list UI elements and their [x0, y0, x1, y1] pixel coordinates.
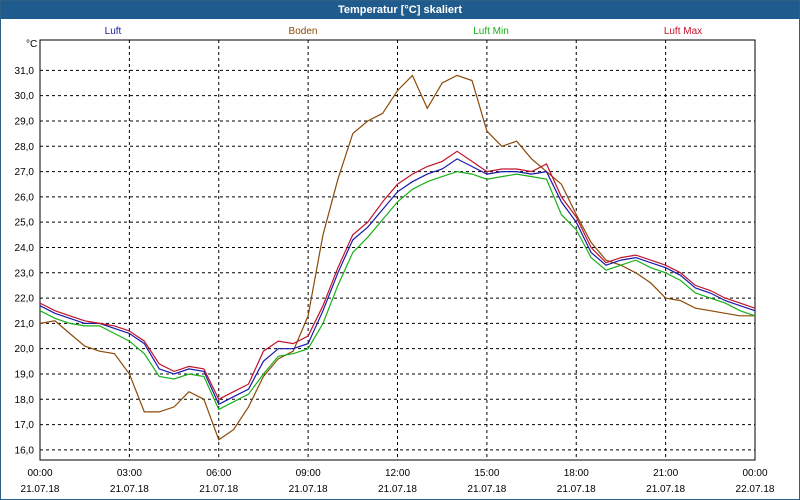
legend-entry: Luft Max	[664, 26, 702, 37]
y-tick-label: 27,0	[15, 167, 35, 178]
legend-entry: Boden	[289, 26, 318, 37]
legend-entry: Luft Min	[473, 26, 509, 37]
x-tick-time: 21:00	[653, 468, 678, 479]
x-tick-time: 00:00	[742, 468, 767, 479]
x-tick-date: 21.07.18	[110, 484, 149, 495]
chart-axes: 16,0 17,0 18,0 19,0 20,0 21,0 22,0 23,0 24,0 25,0…	[15, 39, 775, 495]
chart-grid	[39, 40, 756, 460]
x-tick-time: 03:00	[117, 468, 142, 479]
y-tick-label: 28,0	[15, 142, 35, 153]
y-axis-label: °C	[26, 39, 37, 50]
y-tick-label: 19,0	[15, 369, 35, 380]
x-tick-time: 00:00	[27, 468, 52, 479]
y-tick-label: 18,0	[15, 395, 35, 406]
temperature-chart: 16,0 17,0 18,0 19,0 20,0 21,0 22,0 23,0 24,0 25,0…	[15, 26, 775, 495]
x-tick-time: 09:00	[296, 468, 321, 479]
x-tick-time: 12:00	[385, 468, 410, 479]
x-tick-date: 21.07.18	[378, 484, 417, 495]
y-tick-label: 17,0	[15, 420, 35, 431]
y-tick-label: 25,0	[15, 218, 35, 229]
y-tick-label: 30,0	[15, 91, 35, 102]
y-tick-label: 29,0	[15, 116, 35, 127]
y-tick-label: 23,0	[15, 268, 35, 279]
y-tick-label: 20,0	[15, 344, 35, 355]
y-tick-label: 26,0	[15, 192, 35, 203]
x-tick-date: 21.07.18	[199, 484, 238, 495]
y-tick-label: 31,0	[15, 66, 35, 77]
y-tick-label: 21,0	[15, 319, 35, 330]
legend-entry: Luft	[105, 26, 122, 37]
x-tick-date: 21.07.18	[467, 484, 506, 495]
x-tick-date: 21.07.18	[289, 484, 328, 495]
x-tick-time: 18:00	[564, 468, 589, 479]
y-tick-label: 22,0	[15, 294, 35, 305]
x-tick-date: 21.07.18	[21, 484, 60, 495]
x-tick-date: 21.07.18	[646, 484, 685, 495]
x-tick-date: 21.07.18	[557, 484, 596, 495]
x-tick-date: 22.07.18	[736, 484, 775, 495]
y-tick-label: 24,0	[15, 243, 35, 254]
chart-legend: Luft Boden Luft Min Luft Max	[105, 26, 703, 37]
x-tick-time: 15:00	[474, 468, 499, 479]
y-tick-label: 16,0	[15, 445, 35, 456]
x-tick-time: 06:00	[206, 468, 231, 479]
